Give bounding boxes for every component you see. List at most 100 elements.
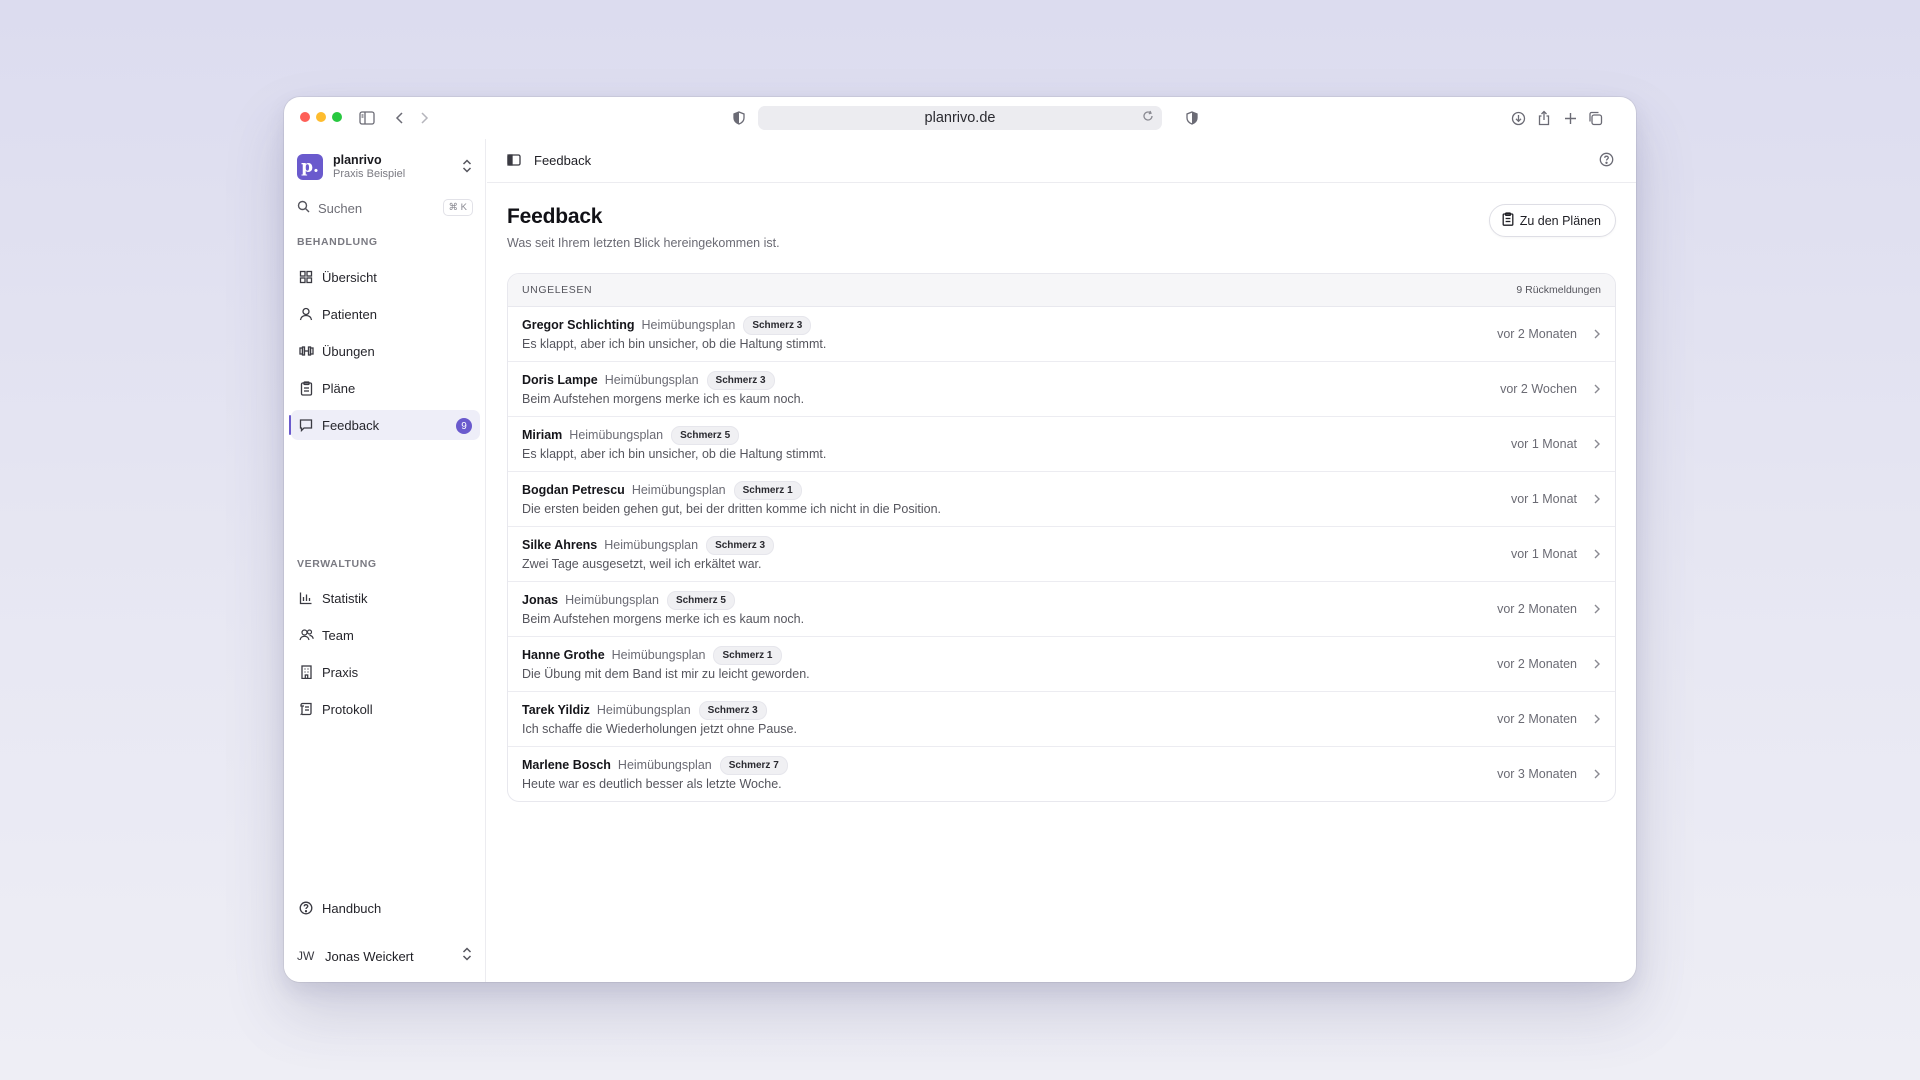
sidebar: p. planrivo Praxis Beispiel Suchen ⌘ K B… [284, 139, 486, 982]
list-item[interactable]: Marlene Bosch Heimübungsplan Schmerz 7 Heut… [508, 747, 1615, 801]
sidebar-item-uebungen[interactable]: Übungen [291, 336, 480, 366]
feedback-message: Die Übung mit dem Band ist mir zu leicht… [522, 667, 810, 681]
sidebar-item-statistik[interactable]: Statistik [291, 583, 480, 613]
close-window-button[interactable] [300, 112, 310, 122]
browser-window: planrivo.de p. planrivo Praxis Beispiel [284, 97, 1636, 982]
sidebar-item-label: Feedback [322, 417, 380, 433]
list-item[interactable]: Gregor Schlichting Heimübungsplan Schmerz … [508, 307, 1615, 362]
clipboard-icon [1502, 212, 1514, 229]
page-topbar: Feedback [487, 139, 1636, 183]
chevron-right-icon [1593, 327, 1601, 345]
building-icon [297, 663, 315, 681]
tab-overview-icon[interactable] [1584, 107, 1606, 129]
share-icon[interactable] [1533, 107, 1555, 129]
extension-shield-icon[interactable] [1181, 107, 1203, 129]
plan-name: Heimübungsplan [641, 318, 736, 332]
sidebar-item-praxis[interactable]: Praxis [291, 657, 480, 687]
plan-name: Heimübungsplan [611, 648, 706, 662]
search-label: Suchen [318, 200, 363, 216]
user-menu[interactable]: JW Jonas Weickert [297, 944, 477, 968]
chevron-up-down-icon [461, 158, 473, 179]
chevron-right-icon [1593, 382, 1601, 400]
sidebar-item-team[interactable]: Team [291, 620, 480, 650]
plan-name: Heimübungsplan [569, 428, 664, 442]
users-icon [297, 626, 315, 644]
chevron-right-icon [1593, 767, 1601, 785]
plan-name: Heimübungsplan [604, 373, 699, 387]
patient-name: Jonas [522, 593, 559, 607]
message-icon [297, 416, 315, 434]
sidebar-item-label: Statistik [322, 590, 368, 606]
sidebar-item-uebersicht[interactable]: Übersicht [291, 262, 480, 292]
pain-level-badge: Schmerz 5 [671, 425, 740, 445]
download-icon[interactable] [1507, 107, 1529, 129]
grid-icon [297, 268, 315, 286]
chevron-up-down-icon [461, 946, 473, 965]
list-item[interactable]: Bogdan Petrescu Heimübungsplan Schmerz 1 Di… [508, 472, 1615, 527]
sidebar-item-feedback[interactable]: Feedback 9 [289, 410, 480, 440]
pain-level-badge: Schmerz 3 [706, 370, 775, 390]
feedback-timestamp: vor 2 Monaten [1497, 657, 1577, 671]
feedback-message: Beim Aufstehen morgens merke ich es kaum… [522, 612, 805, 626]
list-item[interactable]: Silke Ahrens Heimübungsplan Schmerz 3 Zwei … [508, 527, 1615, 582]
feedback-list: UNGELESEN 9 Rückmeldungen Gregor Schlich… [507, 273, 1616, 802]
feedback-timestamp: vor 3 Monaten [1497, 767, 1577, 781]
org-name: planrivo [333, 153, 382, 168]
list-item[interactable]: Tarek Yildiz Heimübungsplan Schmerz 3 Ich s… [508, 692, 1615, 747]
sidebar-item-label: Übungen [322, 343, 375, 359]
page-title: Feedback [507, 205, 603, 228]
pain-level-badge: Schmerz 1 [713, 645, 782, 665]
sidebar-item-plaene[interactable]: Pläne [291, 373, 480, 403]
go-to-plans-button[interactable]: Zu den Plänen [1488, 204, 1616, 237]
sidebar-panel-icon[interactable] [507, 153, 521, 171]
plan-name: Heimübungsplan [631, 483, 726, 497]
sidebar-item-patienten[interactable]: Patienten [291, 299, 480, 329]
feedback-message: Die ersten beiden gehen gut, bei der dri… [522, 502, 941, 516]
pain-level-badge: Schmerz 3 [743, 315, 812, 335]
reload-icon[interactable] [1142, 110, 1154, 126]
feedback-timestamp: vor 2 Wochen [1500, 382, 1577, 396]
back-icon[interactable] [389, 107, 411, 129]
privacy-shield-icon[interactable] [728, 107, 750, 129]
feedback-message: Es klappt, aber ich bin unsicher, ob die… [522, 337, 827, 351]
chevron-right-icon [1593, 437, 1601, 455]
list-header-label: UNGELESEN [522, 284, 593, 296]
help-icon[interactable] [1599, 152, 1614, 172]
patient-name: Tarek Yildiz [522, 703, 590, 717]
sidebar-item-protokoll[interactable]: Protokoll [291, 694, 480, 724]
new-tab-icon[interactable] [1559, 107, 1581, 129]
plan-name: Heimübungsplan [565, 593, 659, 607]
pain-level-badge: Schmerz 7 [719, 755, 788, 775]
page-subtitle: Was seit Ihrem letzten Blick hereingekom… [507, 236, 780, 250]
feedback-count: 9 Rückmeldungen [1516, 284, 1601, 296]
patient-name: Gregor Schlichting [522, 318, 635, 332]
list-item[interactable]: Hanne Grothe Heimübungsplan Schmerz 1 Die Ü… [508, 637, 1615, 692]
minimize-window-button[interactable] [316, 112, 326, 122]
sidebar-item-handbuch[interactable]: Handbuch [291, 893, 480, 923]
org-switcher[interactable]: p. planrivo Praxis Beispiel [297, 152, 477, 182]
chevron-right-icon [1593, 547, 1601, 565]
url-text: planrivo.de [924, 110, 996, 126]
plan-name: Heimübungsplan [596, 703, 691, 717]
search-shortcut: ⌘ K [442, 199, 473, 216]
go-to-plans-label: Zu den Plänen [1519, 213, 1601, 228]
sidebar-item-label: Patienten [322, 306, 377, 322]
zoom-window-button[interactable] [332, 112, 342, 122]
chevron-right-icon [1593, 712, 1601, 730]
patient-name: Silke Ahrens [522, 538, 598, 552]
feedback-timestamp: vor 2 Monaten [1497, 327, 1577, 341]
forward-icon[interactable] [413, 107, 435, 129]
list-item[interactable]: Doris Lampe Heimübungsplan Schmerz 3 Beim A… [508, 362, 1615, 417]
address-bar[interactable]: planrivo.de [758, 106, 1162, 130]
sidebar-toggle-icon[interactable] [356, 107, 378, 129]
pain-level-badge: Schmerz 3 [706, 535, 775, 555]
sidebar-search[interactable]: Suchen ⌘ K [297, 197, 473, 219]
org-subtitle: Praxis Beispiel [333, 167, 406, 180]
patient-name: Doris Lampe [522, 373, 598, 387]
section-label-verwaltung: VERWALTUNG [297, 558, 377, 570]
pain-level-badge: Schmerz 5 [666, 590, 735, 610]
chevron-right-icon [1593, 492, 1601, 510]
list-item[interactable]: Miriam Heimübungsplan Schmerz 5 Es klappt, … [508, 417, 1615, 472]
sidebar-item-label: Übersicht [322, 269, 377, 285]
list-item[interactable]: Jonas Heimübungsplan Schmerz 5 Beim Aufsteh… [508, 582, 1615, 637]
